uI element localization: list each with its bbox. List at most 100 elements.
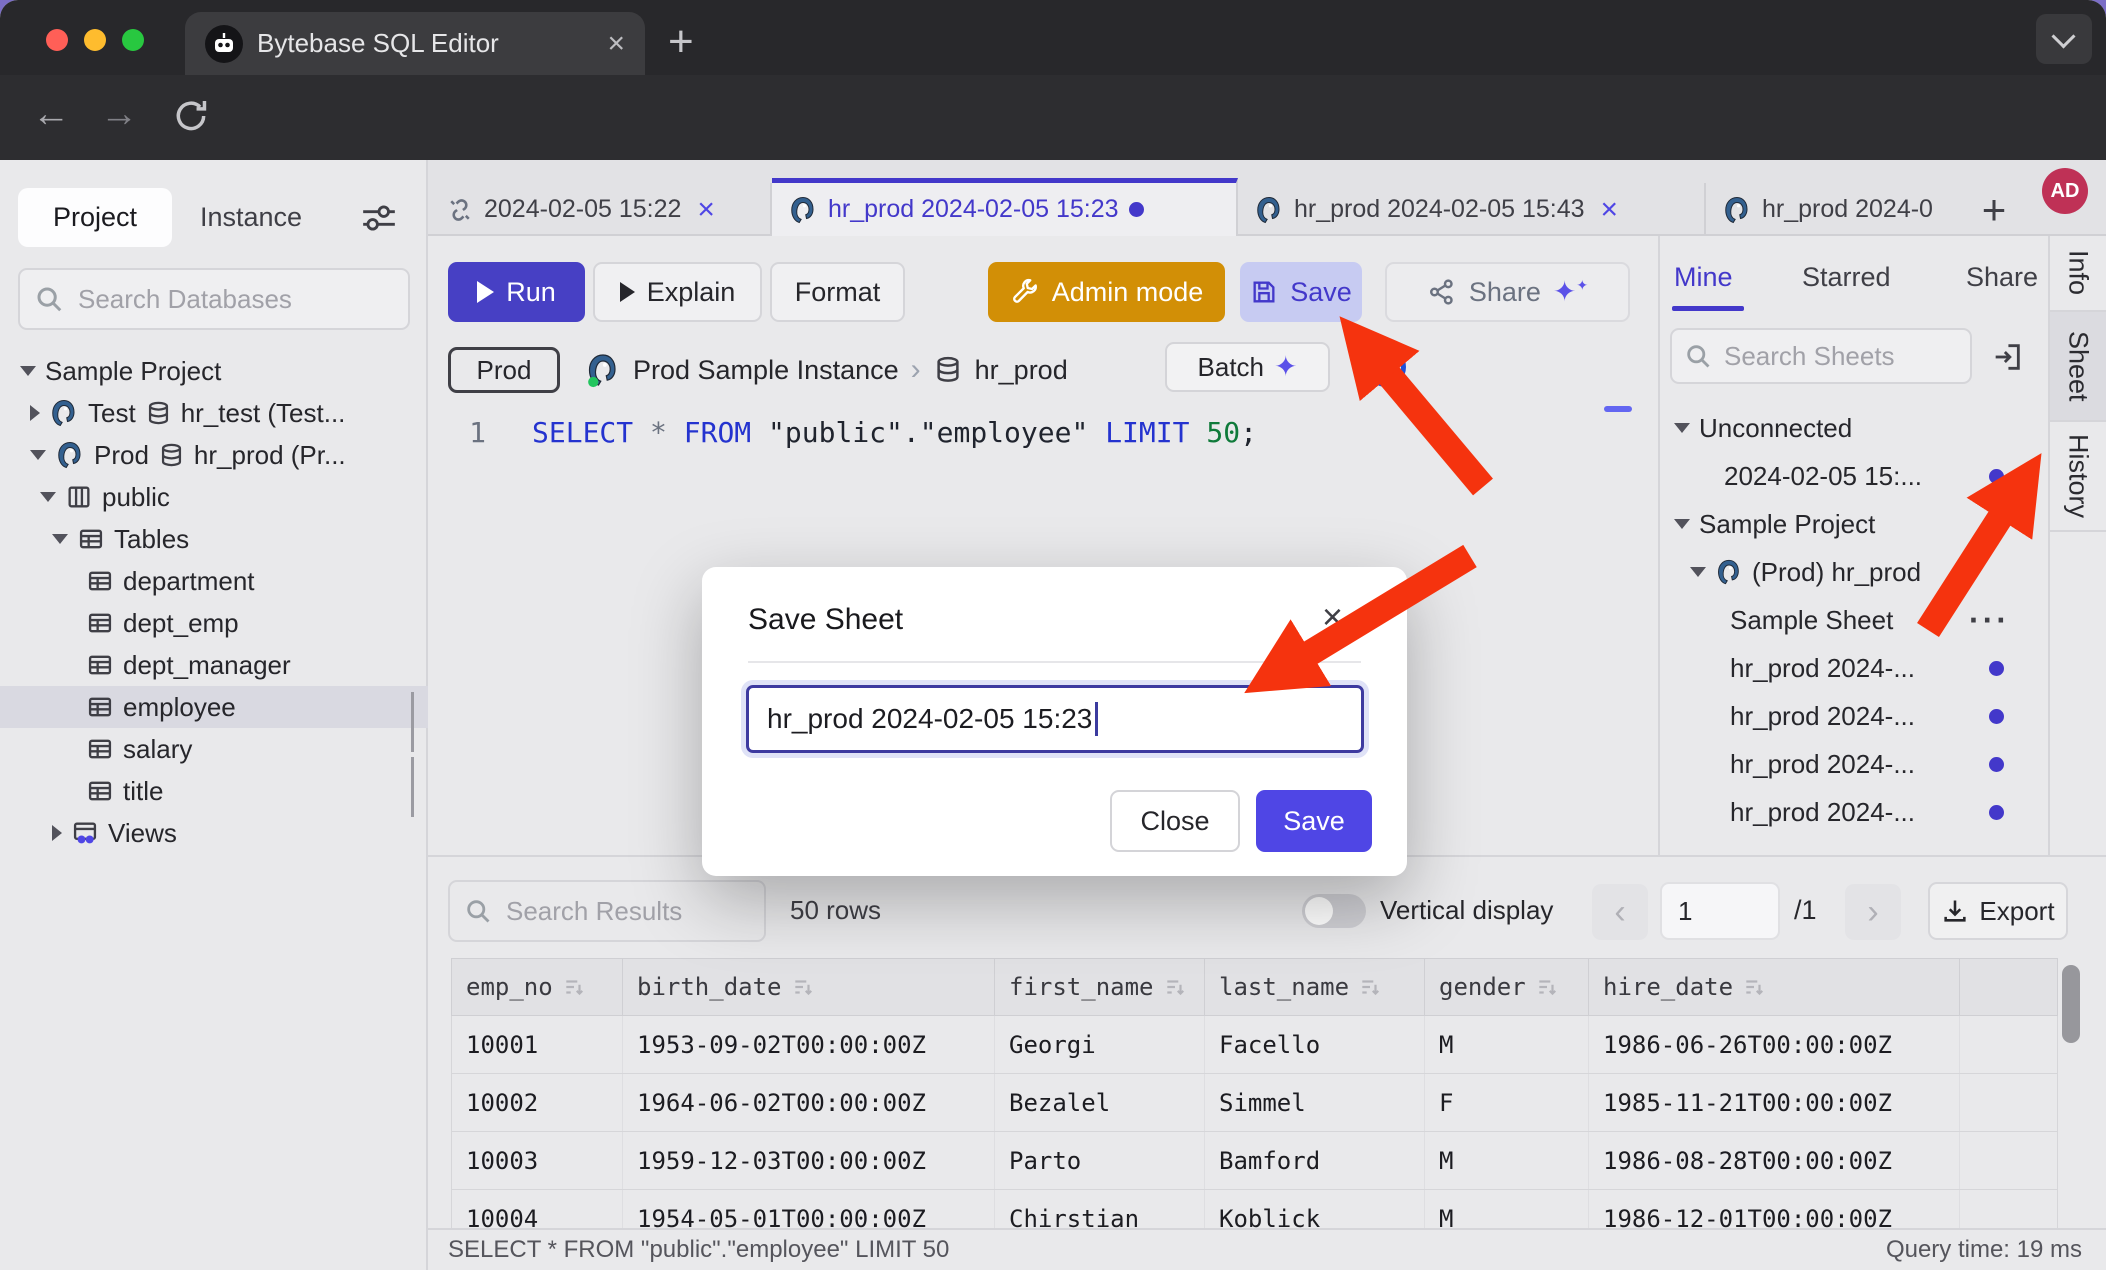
tab-share[interactable]: Share — [1966, 262, 2038, 293]
table-row[interactable]: 10004 1954-05-01T00:00:00Z Chirstian Kob… — [451, 1190, 2058, 1228]
forward-button[interactable]: → — [100, 95, 138, 133]
tree-item-table-title[interactable]: title — [0, 770, 428, 812]
sort-icon[interactable] — [1743, 976, 1765, 998]
table-row[interactable]: 10002 1964-06-02T00:00:00Z Bezalel Simme… — [451, 1074, 2058, 1132]
results-search-input[interactable] — [504, 895, 750, 928]
caret-down-icon[interactable] — [1674, 519, 1690, 529]
table-row[interactable]: 10001 1953-09-02T00:00:00Z Georgi Facell… — [451, 1016, 2058, 1074]
tree-item-table-employee[interactable]: employee — [0, 686, 428, 728]
back-button[interactable]: ← — [32, 95, 70, 133]
admin-mode-button[interactable]: Admin mode — [988, 262, 1225, 322]
instance-name[interactable]: Prod Sample Instance — [633, 355, 899, 386]
tree-item-table-salary[interactable]: salary — [0, 728, 428, 770]
sort-icon[interactable] — [792, 976, 814, 998]
tree-item-sample-project[interactable]: Sample Project — [0, 350, 428, 392]
tab-sheet[interactable]: Sheet — [2050, 312, 2106, 422]
sheet-group-unconnected[interactable]: Unconnected — [1660, 404, 2050, 452]
environment-badge[interactable]: Prod — [448, 347, 560, 393]
browser-tab[interactable]: Bytebase SQL Editor × — [185, 12, 645, 75]
caret-right-icon[interactable] — [30, 405, 40, 421]
format-button[interactable]: Format — [770, 262, 905, 322]
tab-search-button[interactable] — [2036, 14, 2092, 64]
tree-group-tables[interactable]: Tables — [0, 518, 428, 560]
column-header[interactable]: first_name — [995, 959, 1205, 1015]
editor-tab-3[interactable]: hr_prod 2024-0 — [1706, 183, 1962, 236]
tree-item-table-dept-manager[interactable]: dept_manager — [0, 644, 428, 686]
sheet-item[interactable]: 2024-02-05 15:... — [1660, 452, 2050, 500]
tree-item-table-department[interactable]: department — [0, 560, 428, 602]
filter-settings-icon[interactable] — [360, 202, 398, 234]
prev-page-button[interactable]: ‹ — [1592, 884, 1648, 940]
sql-editor[interactable]: 1 SELECT * FROM "public"."employee" LIMI… — [428, 412, 1257, 452]
explain-button[interactable]: Explain — [593, 262, 762, 322]
dialog-close-icon[interactable]: × — [1322, 599, 1343, 635]
column-header[interactable]: gender — [1425, 959, 1589, 1015]
caret-down-icon[interactable] — [1674, 423, 1690, 433]
close-tab-icon[interactable]: × — [1601, 193, 1619, 227]
editor-tab-unconnected[interactable]: 2024-02-05 15:22 × — [430, 183, 772, 236]
sheet-group-connection[interactable]: (Prod) hr_prod — [1660, 548, 2050, 596]
tab-mine[interactable]: Mine — [1674, 262, 1733, 293]
save-button[interactable]: Save — [1240, 262, 1362, 322]
caret-down-icon[interactable] — [1690, 567, 1706, 577]
macos-minimize-button[interactable] — [84, 29, 106, 51]
new-sheet-tab-button[interactable]: + — [1974, 183, 2014, 236]
sheet-item[interactable]: hr_prod 2024-... — [1660, 788, 2050, 836]
import-sheet-icon[interactable] — [1990, 340, 2024, 374]
sheet-item[interactable]: hr_prod 2024-... — [1660, 740, 2050, 788]
macos-zoom-button[interactable] — [122, 29, 144, 51]
tree-item-hr-test[interactable]: Test hr_test (Test... — [0, 392, 428, 434]
sheet-item[interactable]: hr_prod 2024-... — [1660, 692, 2050, 740]
editor-tab-active[interactable]: hr_prod 2024-02-05 15:23 — [772, 178, 1238, 236]
caret-right-icon[interactable] — [52, 825, 62, 841]
results-search[interactable] — [448, 880, 766, 942]
tree-item-table-dept-emp[interactable]: dept_emp — [0, 602, 428, 644]
export-button[interactable]: Export — [1928, 882, 2068, 940]
sort-icon[interactable] — [563, 976, 585, 998]
macos-close-button[interactable] — [46, 29, 68, 51]
sheet-search-input[interactable] — [1722, 340, 1958, 373]
sheet-search[interactable] — [1670, 328, 1972, 384]
share-button[interactable]: Share ✦✦ — [1385, 262, 1630, 322]
column-header[interactable]: birth_date — [623, 959, 995, 1015]
caret-down-icon[interactable] — [40, 492, 56, 502]
next-page-button[interactable]: › — [1845, 884, 1901, 940]
tab-history[interactable]: History — [2050, 422, 2106, 532]
table-row[interactable]: 10003 1959-12-03T00:00:00Z Parto Bamford… — [451, 1132, 2058, 1190]
table-scrollbar-thumb[interactable] — [2062, 965, 2080, 1043]
dialog-save-button[interactable]: Save — [1256, 790, 1372, 852]
sort-icon[interactable] — [1359, 976, 1381, 998]
sheet-item[interactable]: hr_prod 2024-... — [1660, 644, 2050, 692]
run-button[interactable]: Run — [448, 262, 585, 322]
browser-tab-close-icon[interactable]: × — [607, 29, 625, 59]
database-search-input[interactable] — [76, 283, 394, 316]
database-search[interactable] — [18, 268, 410, 330]
sheet-group-sample-project[interactable]: Sample Project — [1660, 500, 2050, 548]
dialog-close-button[interactable]: Close — [1110, 790, 1240, 852]
sort-icon[interactable] — [1164, 976, 1186, 998]
caret-down-icon[interactable] — [52, 534, 68, 544]
more-options-icon[interactable]: ··· — [1969, 602, 2010, 639]
sidebar-resize-handle[interactable] — [411, 692, 423, 752]
column-header[interactable]: emp_no — [452, 959, 623, 1015]
tree-item-hr-prod[interactable]: Prod hr_prod (Pr... — [0, 434, 428, 476]
sheet-item-sample-sheet[interactable]: Sample Sheet ··· — [1660, 596, 2050, 644]
vertical-display-toggle[interactable] — [1302, 894, 1366, 928]
tree-group-views[interactable]: Views — [0, 812, 428, 854]
caret-down-icon[interactable] — [30, 450, 46, 460]
sheet-name-input[interactable]: hr_prod 2024-02-05 15:23 — [746, 685, 1364, 753]
column-header[interactable]: hire_date — [1589, 959, 1960, 1015]
column-header[interactable]: last_name — [1205, 959, 1425, 1015]
database-name[interactable]: hr_prod — [975, 355, 1068, 386]
caret-down-icon[interactable] — [20, 366, 36, 376]
tab-info[interactable]: Info — [2050, 236, 2106, 312]
tree-item-schema-public[interactable]: public — [0, 476, 428, 518]
sort-icon[interactable] — [1536, 976, 1558, 998]
new-tab-button[interactable]: + — [668, 17, 694, 67]
tab-starred[interactable]: Starred — [1802, 262, 1891, 293]
editor-tab-2[interactable]: hr_prod 2024-02-05 15:43 × — [1238, 183, 1706, 236]
batch-button[interactable]: Batch ✦ — [1165, 342, 1330, 392]
tab-instance[interactable]: Instance — [200, 188, 302, 247]
tab-project[interactable]: Project — [18, 188, 172, 247]
close-tab-icon[interactable]: × — [697, 193, 715, 227]
